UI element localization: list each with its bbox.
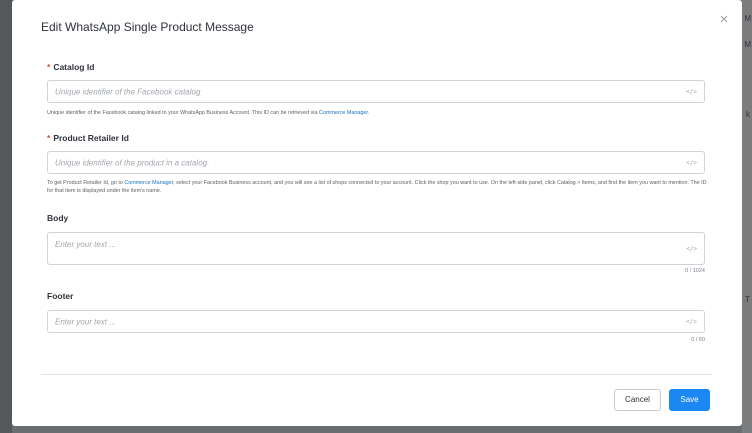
body-placeholder: Enter your text ...	[55, 240, 116, 249]
footer-label: Footer	[47, 291, 74, 301]
catalog-id-help: Unique identifier of the Facebook catalo…	[47, 110, 370, 116]
background-text: M	[744, 40, 751, 49]
background-sidebar	[0, 0, 12, 433]
cancel-button[interactable]: Cancel	[614, 389, 661, 411]
body-char-counter: 0 / 1024	[685, 268, 705, 274]
footer-placeholder: Enter your text ...	[55, 317, 116, 326]
catalog-id-input[interactable]: Unique identifier of the Facebook catalo…	[47, 80, 705, 103]
dialog-title: Edit WhatsApp Single Product Message	[41, 20, 254, 34]
background-panel	[742, 0, 752, 433]
body-label: Body	[47, 213, 69, 223]
close-icon[interactable]: ×	[716, 12, 732, 28]
product-retailer-id-input[interactable]: Unique identifier of the product in a ca…	[47, 151, 705, 174]
footer-divider	[41, 374, 712, 375]
save-button[interactable]: Save	[669, 389, 710, 411]
edit-message-dialog: Edit WhatsApp Single Product Message × *…	[12, 0, 742, 426]
background-text: T	[745, 295, 750, 304]
code-icon[interactable]: </>	[686, 318, 697, 325]
required-marker: *	[47, 133, 51, 143]
background-text: M	[744, 14, 751, 23]
footer-char-counter: 0 / 60	[691, 337, 705, 343]
required-marker: *	[47, 62, 51, 72]
catalog-id-placeholder: Unique identifier of the Facebook catalo…	[55, 87, 201, 96]
code-icon[interactable]: </>	[686, 88, 697, 95]
code-icon[interactable]: </>	[686, 159, 697, 166]
product-retailer-id-placeholder: Unique identifier of the product in a ca…	[55, 158, 210, 167]
background-text: k	[746, 110, 750, 119]
body-textarea[interactable]: Enter your text ... </>	[47, 232, 705, 265]
footer-input[interactable]: Enter your text ... </>	[47, 310, 705, 333]
code-icon[interactable]: </>	[686, 245, 697, 252]
commerce-manager-link[interactable]: Commerce Manager	[319, 110, 368, 116]
catalog-id-label: * Catalog Id	[47, 62, 95, 72]
product-retailer-id-label: * Product Retailer Id	[47, 133, 129, 143]
product-retailer-id-help: To get Product Retailer Id, go to Commer…	[47, 180, 707, 194]
commerce-manager-link[interactable]: Commerce Manager	[124, 180, 173, 186]
